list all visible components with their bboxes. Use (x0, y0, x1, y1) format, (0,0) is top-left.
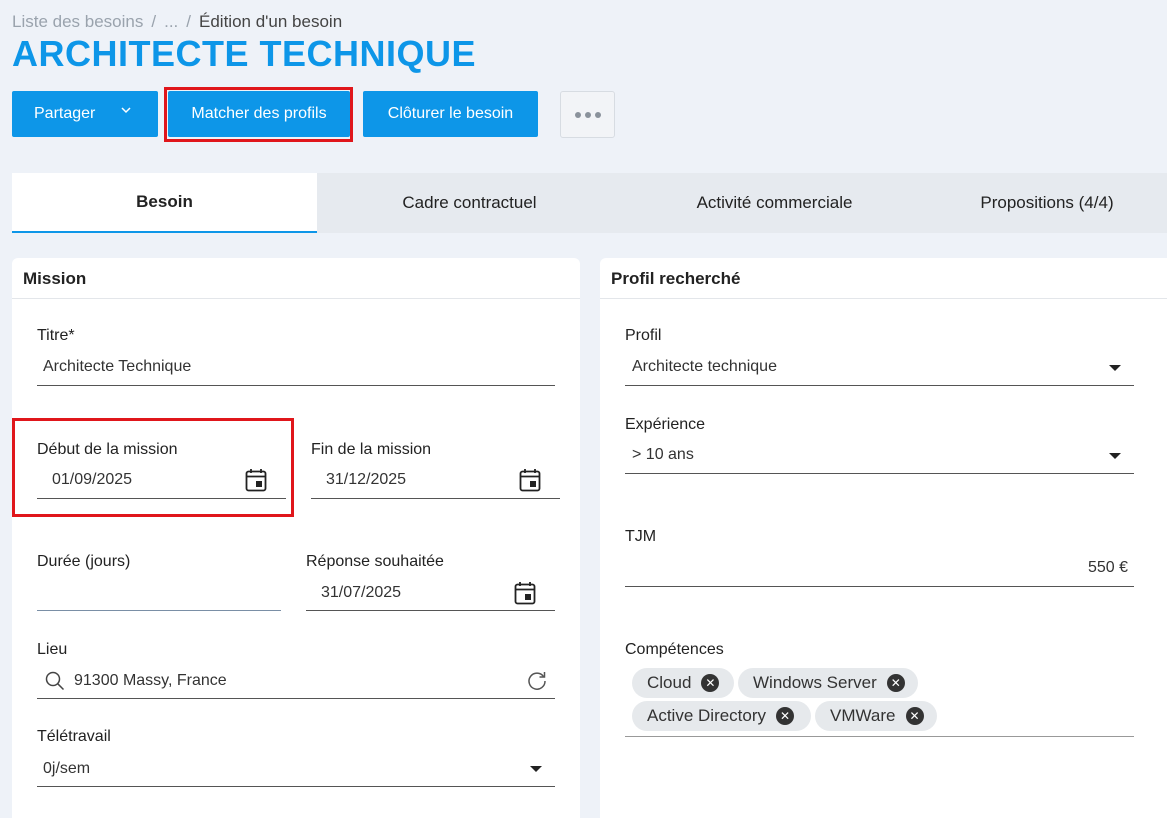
reponse-value: 31/07/2025 (321, 584, 402, 601)
experience-value: > 10 ans (632, 446, 694, 463)
profil-label: Profil (625, 327, 662, 344)
dot-icon (574, 111, 581, 118)
dot-icon (594, 111, 601, 118)
reponse-label: Réponse souhaitée (306, 553, 444, 570)
titre-field: Titre* (37, 327, 75, 345)
dropdown-arrow-icon (1109, 365, 1121, 371)
tab-besoin[interactable]: Besoin (12, 173, 317, 233)
remove-chip-icon[interactable]: ✕ (905, 707, 924, 725)
share-button[interactable]: Partager (12, 91, 158, 137)
debut-field: Début de la mission (37, 441, 178, 459)
duree-field: Durée (jours) (37, 553, 130, 571)
lieu-label: Lieu (37, 641, 68, 658)
fin-field: Fin de la mission (311, 441, 431, 459)
debut-input[interactable]: 01/09/2025 (37, 468, 286, 499)
fin-input[interactable]: 31/12/2025 (311, 468, 560, 499)
search-icon (45, 671, 65, 696)
profil-select[interactable]: Architecte technique (625, 358, 1134, 386)
share-button-label: Partager (34, 105, 96, 122)
reponse-input[interactable]: 31/07/2025 (306, 581, 555, 611)
chip-windows-server: Windows Server ✕ (738, 668, 918, 698)
competences-field: Compétences (625, 641, 724, 659)
experience-select[interactable]: > 10 ans (625, 446, 1134, 474)
teletravail-underline (37, 786, 555, 787)
duree-input[interactable] (37, 583, 281, 611)
tjm-value: 550 € (1087, 559, 1128, 576)
competences-underline (625, 736, 1134, 737)
experience-label: Expérience (625, 416, 706, 433)
lieu-input[interactable]: 91300 Massy, France (37, 670, 555, 699)
chip-active-directory: Active Directory ✕ (632, 701, 811, 731)
chip-label: Active Directory (647, 706, 767, 725)
reponse-underline (306, 610, 555, 611)
remove-chip-icon[interactable]: ✕ (886, 674, 905, 692)
tjm-field: TJM (625, 528, 656, 546)
tab-activite-commerciale[interactable]: Activité commerciale (622, 173, 927, 233)
reponse-field: Réponse souhaitée (306, 553, 444, 571)
dropdown-arrow-icon (530, 766, 542, 772)
tjm-label: TJM (625, 528, 657, 545)
profil-value: Architecte technique (632, 358, 777, 375)
chip-label: Windows Server (753, 673, 877, 692)
dot-icon (584, 111, 591, 118)
remove-chip-icon[interactable]: ✕ (701, 674, 720, 692)
breadcrumb-current: Édition d'un besoin (199, 12, 343, 31)
teletravail-select[interactable]: 0j/sem (37, 758, 555, 787)
breadcrumb-separator: / (151, 12, 157, 31)
tab-cadre-contractuel[interactable]: Cadre contractuel (317, 173, 622, 233)
breadcrumb: Liste des besoins / ... / Édition d'un b… (12, 12, 342, 32)
tabs-bar: Besoin Cadre contractuel Activité commer… (12, 173, 1167, 233)
debut-underline (37, 498, 286, 499)
lieu-field: Lieu (37, 641, 67, 659)
profil-underline (625, 385, 1134, 386)
lieu-underline (37, 698, 555, 699)
competences-label: Compétences (625, 641, 724, 658)
debut-value: 01/09/2025 (52, 471, 133, 488)
fin-value: 31/12/2025 (326, 471, 407, 488)
match-profiles-highlight (164, 87, 353, 142)
profil-card: Profil recherché (600, 258, 1167, 818)
tab-propositions[interactable]: Propositions (4/4) (927, 173, 1167, 233)
titre-label: Titre* (37, 327, 75, 344)
tjm-input[interactable]: 550 € (625, 558, 1134, 587)
chip-vmware: VMWare ✕ (815, 701, 937, 731)
breadcrumb-root[interactable]: Liste des besoins (12, 12, 143, 32)
duree-label: Durée (jours) (37, 553, 131, 570)
close-need-button[interactable]: Clôturer le besoin (363, 91, 538, 137)
teletravail-field: Télétravail (37, 728, 111, 746)
titre-underline (37, 385, 555, 386)
tjm-underline (625, 586, 1134, 587)
mission-card-header: Mission (12, 258, 580, 299)
remove-chip-icon[interactable]: ✕ (776, 707, 795, 725)
experience-field: Expérience (625, 416, 705, 434)
chevron-down-icon (120, 104, 132, 119)
chip-cloud: Cloud ✕ (632, 668, 734, 698)
fin-label: Fin de la mission (311, 441, 432, 458)
chip-label: VMWare (830, 706, 896, 725)
experience-underline (625, 473, 1134, 474)
profil-field: Profil (625, 327, 661, 345)
calendar-icon[interactable] (519, 468, 541, 492)
breadcrumb-ellipsis[interactable]: ... (164, 12, 178, 32)
fin-underline (311, 498, 560, 499)
teletravail-label: Télétravail (37, 728, 111, 745)
dropdown-arrow-icon (1109, 453, 1121, 459)
calendar-icon[interactable] (514, 581, 536, 605)
teletravail-value: 0j/sem (43, 760, 91, 777)
chip-label: Cloud (647, 673, 692, 692)
page-title: ARCHITECTE TECHNIQUE (12, 33, 477, 74)
lieu-value: 91300 Massy, France (74, 672, 227, 689)
debut-label: Début de la mission (37, 441, 178, 458)
duree-underline (37, 610, 281, 611)
titre-value: Architecte Technique (43, 358, 192, 375)
profil-card-header: Profil recherché (600, 258, 1167, 299)
refresh-icon[interactable] (526, 670, 548, 697)
calendar-icon[interactable] (245, 468, 267, 492)
titre-input[interactable]: Architecte Technique (37, 358, 555, 386)
breadcrumb-separator: / (186, 12, 192, 31)
more-options-button[interactable] (560, 91, 615, 138)
